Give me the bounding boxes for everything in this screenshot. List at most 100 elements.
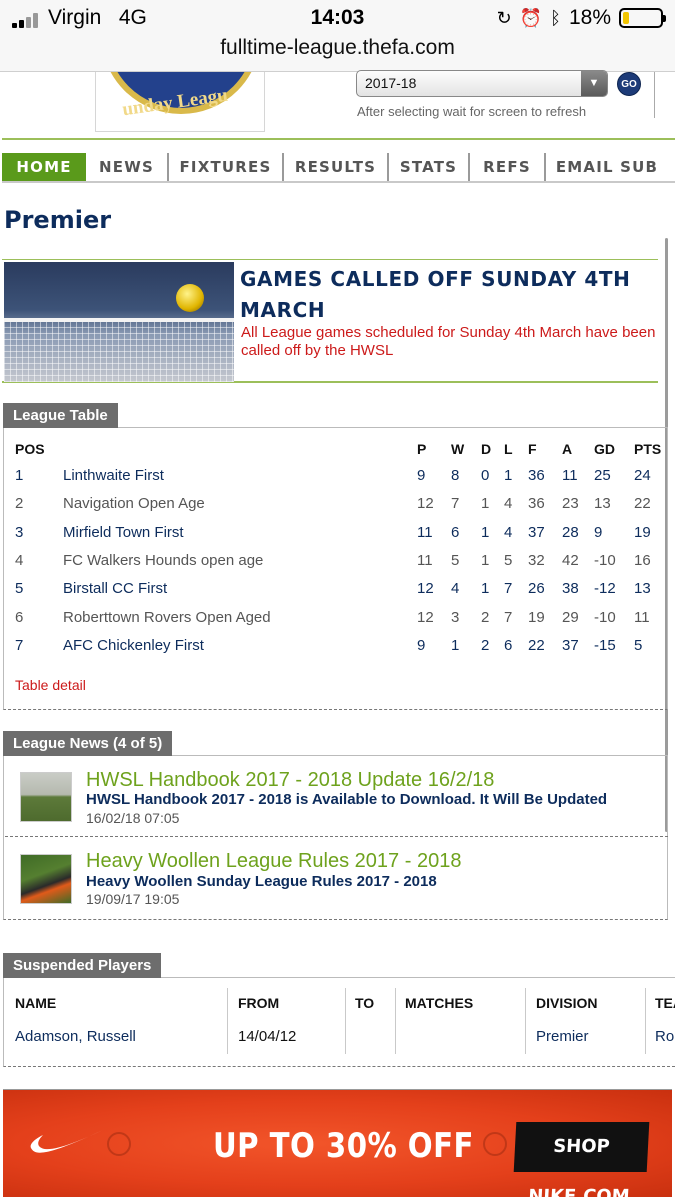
- table-cell-p: 12: [417, 608, 434, 626]
- shop-nike-button[interactable]: SHOP NIKE.COM: [513, 1122, 650, 1200]
- nav-news[interactable]: NEWS: [86, 153, 169, 181]
- divider: [227, 988, 228, 1054]
- nike-swoosh-icon: [30, 1130, 104, 1153]
- col-name: NAME: [15, 995, 57, 1011]
- ad-headline: UP TO 30% OFF: [213, 1126, 474, 1166]
- nav-email-sub[interactable]: EMAIL SUB: [546, 153, 668, 181]
- table-cell-f: 22: [528, 636, 545, 654]
- league-logo[interactable]: unday Leagu: [95, 72, 265, 132]
- rotation-lock-icon: ↻: [496, 7, 512, 28]
- player-team[interactable]: Ro: [655, 1028, 674, 1045]
- table-cell-l: 4: [504, 523, 513, 541]
- table-cell-f: 37: [528, 523, 545, 541]
- suspension-from: 14/04/12: [238, 1028, 297, 1045]
- banner-image[interactable]: [4, 262, 234, 382]
- table-cell-a: 38: [562, 580, 579, 598]
- col-matches: MATCHES: [405, 995, 474, 1011]
- col-pos: POS: [15, 441, 45, 457]
- nav-refs[interactable]: REFS: [470, 153, 546, 181]
- table-detail-link[interactable]: Table detail: [15, 677, 86, 693]
- table-cell-pts: 19: [634, 523, 651, 541]
- col-a: A: [562, 441, 573, 457]
- divider: [2, 138, 675, 140]
- table-cell-p: 12: [417, 580, 434, 598]
- table-cell-w: 1: [451, 636, 460, 654]
- table-cell-d: 2: [481, 636, 490, 654]
- table-cell-l: 1: [504, 467, 513, 484]
- news-banner[interactable]: GAMES CALLED OFF SUNDAY 4TH MARCH All Le…: [2, 259, 658, 383]
- table-cell-w: 4: [451, 580, 460, 598]
- table-cell-pts: 22: [634, 495, 651, 513]
- page-title: Premier: [4, 206, 112, 234]
- col-gd: GD: [594, 441, 615, 457]
- table-cell-d: 1: [481, 523, 490, 541]
- news-subtitle[interactable]: HWSL Handbook 2017 - 2018 is Available t…: [86, 791, 658, 808]
- divider: [345, 988, 346, 1054]
- dropdown-arrow-icon[interactable]: ▼: [581, 71, 607, 96]
- table-cell-w: 6: [451, 523, 460, 541]
- news-date: 16/02/18 07:05: [86, 810, 180, 826]
- player-name[interactable]: Adamson, Russell: [15, 1028, 136, 1045]
- team-name[interactable]: AFC Chickenley First: [63, 637, 204, 654]
- table-cell-f: 26: [528, 580, 545, 598]
- table-cell-p: 11: [417, 523, 433, 541]
- team-name[interactable]: Birstall CC First: [63, 580, 167, 597]
- table-cell-d: 1: [481, 551, 490, 569]
- alarm-icon: ⏰: [519, 7, 543, 28]
- banner-title[interactable]: GAMES CALLED OFF SUNDAY 4TH MARCH: [240, 264, 650, 326]
- divider: [525, 988, 526, 1054]
- table-cell-pos: 4: [15, 551, 24, 569]
- table-cell-d: 2: [481, 608, 490, 626]
- news-thumbnail[interactable]: [20, 854, 72, 904]
- suspended-title: Suspended Players: [3, 953, 162, 978]
- divider: [395, 988, 396, 1054]
- col-f: F: [528, 441, 537, 457]
- table-cell-gd: -10: [594, 608, 616, 626]
- col-w: W: [451, 441, 465, 457]
- banner-text: All League games scheduled for Sunday 4t…: [241, 324, 656, 359]
- table-cell-l: 7: [504, 580, 513, 598]
- news-title[interactable]: Heavy Woollen League Rules 2017 - 2018: [86, 850, 461, 873]
- divider: [654, 72, 655, 118]
- table-cell-l: 4: [504, 495, 513, 513]
- table-cell-p: 9: [417, 467, 426, 484]
- team-name[interactable]: Linthwaite First: [63, 467, 164, 484]
- table-cell-a: 29: [562, 608, 579, 626]
- nav-fixtures[interactable]: FIXTURES: [169, 153, 284, 181]
- table-cell-p: 12: [417, 495, 434, 513]
- nav-stats[interactable]: STATS: [389, 153, 470, 181]
- table-cell-a: 23: [562, 495, 579, 513]
- season-select[interactable]: 2017-18 ▼: [356, 70, 608, 97]
- table-cell-d: 0: [481, 467, 490, 484]
- refresh-note: After selecting wait for screen to refre…: [357, 104, 587, 119]
- col-from: FROM: [238, 995, 280, 1011]
- table-cell-pos: 1: [15, 467, 24, 484]
- battery-percent: 18%: [568, 6, 611, 29]
- table-cell-pts: 5: [634, 636, 643, 654]
- table-cell-pos: 5: [15, 580, 24, 598]
- team-name: Roberttown Rovers Open Aged: [63, 608, 271, 626]
- table-cell-p: 11: [417, 551, 433, 569]
- table-cell-pos: 6: [15, 608, 24, 626]
- table-cell-pts: 13: [634, 580, 651, 598]
- table-cell-gd: -10: [594, 551, 616, 569]
- news-title[interactable]: HWSL Handbook 2017 - 2018 Update 16/2/18: [86, 769, 494, 792]
- news-subtitle[interactable]: Heavy Woollen Sunday League Rules 2017 -…: [86, 873, 658, 890]
- player-division[interactable]: Premier: [536, 1028, 589, 1045]
- table-cell-w: 7: [451, 495, 460, 513]
- news-thumbnail[interactable]: [20, 772, 72, 822]
- col-p: P: [417, 441, 427, 457]
- status-bar: Virgin 4G 14:03 ↻ ⏰ ᛒ 18% fulltime-leagu…: [0, 0, 675, 72]
- nav-results[interactable]: RESULTS: [284, 153, 389, 181]
- divider: [5, 836, 668, 837]
- table-cell-gd: 9: [594, 523, 603, 541]
- team-name[interactable]: Mirfield Town First: [63, 524, 184, 541]
- table-cell-p: 9: [417, 636, 426, 654]
- url-bar[interactable]: fulltime-league.thefa.com: [0, 36, 675, 60]
- main-nav: HOME NEWS FIXTURES RESULTS STATS REFS EM…: [2, 153, 675, 183]
- nike-ad-banner[interactable]: UP TO 30% OFF SHOP NIKE.COM: [3, 1089, 672, 1200]
- table-cell-f: 36: [528, 467, 545, 484]
- go-button[interactable]: GO: [617, 72, 641, 96]
- team-name: FC Walkers Hounds open age: [63, 551, 264, 569]
- nav-home[interactable]: HOME: [2, 153, 86, 181]
